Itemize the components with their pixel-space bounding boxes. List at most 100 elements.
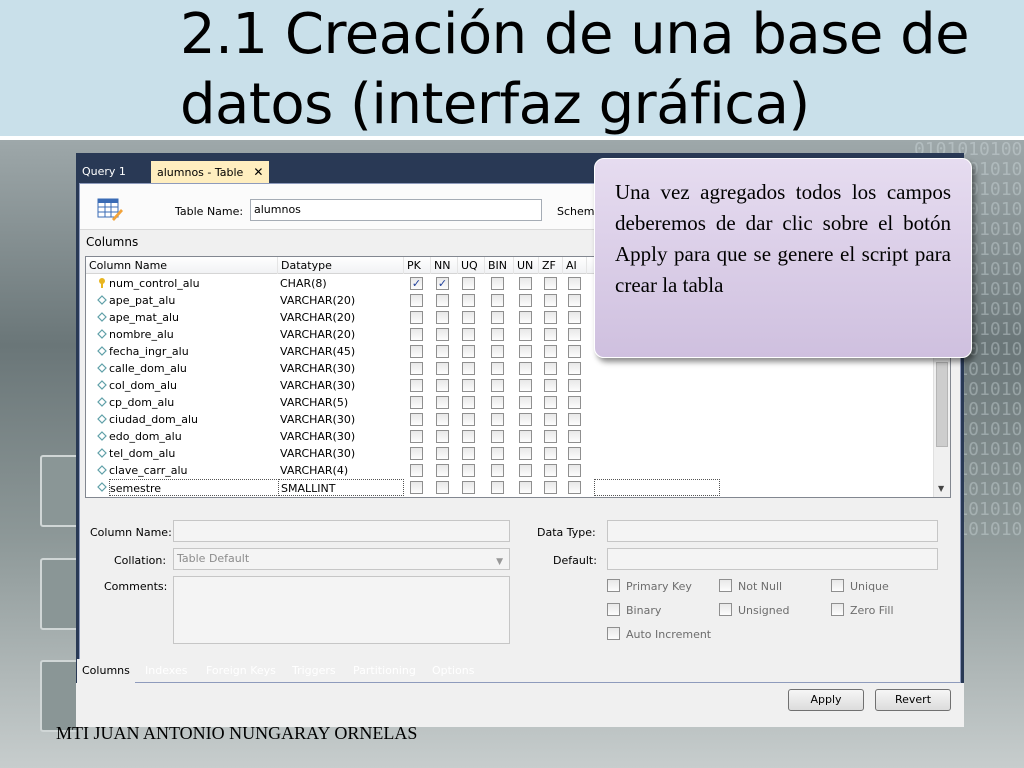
revert-button[interactable]: Revert xyxy=(875,689,951,711)
pk-checkbox[interactable] xyxy=(410,430,423,443)
auto-increment-checkbox[interactable]: Auto Increment xyxy=(607,625,711,641)
nn-checkbox[interactable] xyxy=(436,430,449,443)
table-row[interactable]: ciudad_dom_alu VARCHAR(30) xyxy=(86,411,950,428)
un-checkbox[interactable] xyxy=(519,464,532,477)
bin-checkbox[interactable] xyxy=(491,294,504,307)
column-name-cell[interactable]: cp_dom_alu xyxy=(109,394,279,411)
pk-checkbox[interactable]: ✓ xyxy=(410,277,423,290)
header-column-name[interactable]: Column Name xyxy=(86,257,278,274)
uq-checkbox[interactable] xyxy=(462,345,475,358)
nn-checkbox[interactable] xyxy=(436,413,449,426)
un-checkbox[interactable] xyxy=(519,447,532,460)
ai-checkbox[interactable] xyxy=(568,328,581,341)
ai-checkbox[interactable] xyxy=(568,311,581,324)
column-name-cell[interactable]: ape_pat_alu xyxy=(109,292,279,309)
datatype-cell[interactable]: VARCHAR(30) xyxy=(278,360,404,377)
table-row[interactable]: clave_carr_alu VARCHAR(4) xyxy=(86,462,950,479)
zf-checkbox[interactable] xyxy=(544,464,557,477)
nn-checkbox[interactable] xyxy=(436,396,449,409)
bin-checkbox[interactable] xyxy=(491,413,504,426)
zf-checkbox[interactable] xyxy=(544,328,557,341)
uq-checkbox[interactable] xyxy=(462,464,475,477)
uq-checkbox[interactable] xyxy=(462,396,475,409)
uq-checkbox[interactable] xyxy=(462,430,475,443)
header-un[interactable]: UN xyxy=(514,257,539,274)
ai-checkbox[interactable] xyxy=(568,379,581,392)
ai-checkbox[interactable] xyxy=(568,430,581,443)
column-name-cell[interactable]: col_dom_alu xyxy=(109,377,279,394)
zf-checkbox[interactable] xyxy=(544,430,557,443)
nn-checkbox[interactable] xyxy=(436,464,449,477)
pk-checkbox[interactable] xyxy=(410,328,423,341)
bin-checkbox[interactable] xyxy=(491,396,504,409)
datatype-cell[interactable]: VARCHAR(30) xyxy=(278,428,404,445)
column-name-cell[interactable]: ciudad_dom_alu xyxy=(109,411,279,428)
bin-checkbox[interactable] xyxy=(491,311,504,324)
zf-checkbox[interactable] xyxy=(544,413,557,426)
datatype-cell[interactable]: SMALLINT xyxy=(278,479,404,496)
unique-checkbox[interactable]: Unique xyxy=(831,577,889,593)
table-row[interactable]: tel_dom_alu VARCHAR(30) xyxy=(86,445,950,462)
uq-checkbox[interactable] xyxy=(462,481,475,494)
zf-checkbox[interactable] xyxy=(544,396,557,409)
collation-select[interactable]: Table Default ▼ xyxy=(173,548,510,570)
un-checkbox[interactable] xyxy=(519,396,532,409)
scroll-down-arrow-icon[interactable]: ▼ xyxy=(938,484,944,493)
table-row[interactable]: cp_dom_alu VARCHAR(5) xyxy=(86,394,950,411)
bin-checkbox[interactable] xyxy=(491,362,504,375)
ai-checkbox[interactable] xyxy=(568,396,581,409)
comments-textarea[interactable] xyxy=(173,576,510,644)
default-field[interactable] xyxy=(607,548,938,570)
un-checkbox[interactable] xyxy=(519,379,532,392)
bin-checkbox[interactable] xyxy=(491,447,504,460)
header-bin[interactable]: BIN xyxy=(485,257,514,274)
tab-alumnos-table[interactable]: alumnos - Table ✕ xyxy=(151,161,270,183)
zf-checkbox[interactable] xyxy=(544,277,557,290)
ai-checkbox[interactable] xyxy=(568,447,581,460)
nn-checkbox[interactable] xyxy=(436,447,449,460)
datatype-cell[interactable]: VARCHAR(5) xyxy=(278,394,404,411)
tab-triggers[interactable]: Triggers xyxy=(287,659,341,683)
nn-checkbox[interactable] xyxy=(436,379,449,392)
table-row[interactable]: col_dom_alu VARCHAR(30) xyxy=(86,377,950,394)
pk-checkbox[interactable] xyxy=(410,345,423,358)
uq-checkbox[interactable] xyxy=(462,413,475,426)
nn-checkbox[interactable] xyxy=(436,362,449,375)
un-checkbox[interactable] xyxy=(519,430,532,443)
apply-button[interactable]: Apply xyxy=(788,689,864,711)
header-zf[interactable]: ZF xyxy=(539,257,563,274)
datatype-cell[interactable]: VARCHAR(4) xyxy=(278,462,404,479)
tab-query-1[interactable]: Query 1 xyxy=(76,161,132,183)
zf-checkbox[interactable] xyxy=(544,311,557,324)
pk-checkbox[interactable] xyxy=(410,362,423,375)
datatype-cell[interactable]: VARCHAR(20) xyxy=(278,326,404,343)
binary-checkbox[interactable]: Binary xyxy=(607,601,661,617)
un-checkbox[interactable] xyxy=(519,294,532,307)
default-value-cell[interactable] xyxy=(594,479,720,496)
bin-checkbox[interactable] xyxy=(491,345,504,358)
un-checkbox[interactable] xyxy=(519,345,532,358)
pk-checkbox[interactable] xyxy=(410,379,423,392)
column-name-cell[interactable]: nombre_alu xyxy=(109,326,279,343)
un-checkbox[interactable] xyxy=(519,481,532,494)
header-datatype[interactable]: Datatype xyxy=(278,257,404,274)
zf-checkbox[interactable] xyxy=(544,294,557,307)
ai-checkbox[interactable] xyxy=(568,277,581,290)
datatype-cell[interactable]: CHAR(8) xyxy=(278,275,404,292)
bin-checkbox[interactable] xyxy=(491,379,504,392)
tab-options[interactable]: Options xyxy=(427,659,479,683)
pk-checkbox[interactable] xyxy=(410,481,423,494)
header-pk[interactable]: PK xyxy=(404,257,431,274)
column-name-field[interactable] xyxy=(173,520,510,542)
table-name-input[interactable]: alumnos xyxy=(250,199,542,221)
nn-checkbox[interactable] xyxy=(436,311,449,324)
nn-checkbox[interactable] xyxy=(436,328,449,341)
datatype-cell[interactable]: VARCHAR(30) xyxy=(278,377,404,394)
header-nn[interactable]: NN xyxy=(431,257,458,274)
tab-foreign-keys[interactable]: Foreign Keys xyxy=(201,659,281,683)
column-name-cell[interactable]: tel_dom_alu xyxy=(109,445,279,462)
column-name-cell[interactable]: ape_mat_alu xyxy=(109,309,279,326)
datatype-cell[interactable]: VARCHAR(30) xyxy=(278,445,404,462)
uq-checkbox[interactable] xyxy=(462,277,475,290)
zero-fill-checkbox[interactable]: Zero Fill xyxy=(831,601,894,617)
